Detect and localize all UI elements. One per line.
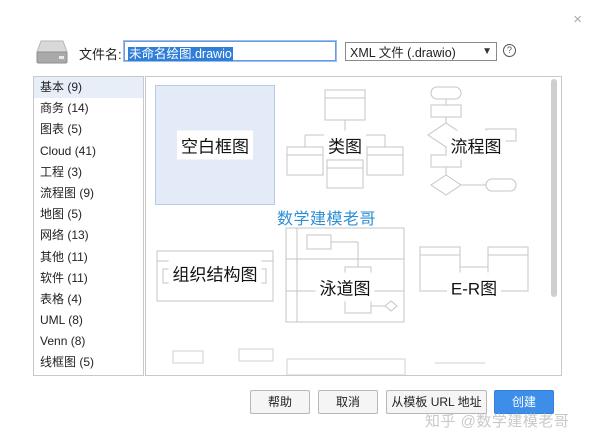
close-icon[interactable]: × <box>573 12 582 27</box>
format-select[interactable]: XML 文件 (.drawio) ▼ <box>345 42 497 61</box>
template-label: E-R图 <box>446 272 502 302</box>
filename-input[interactable]: 未命名绘图.drawio <box>123 40 337 62</box>
template-swimlane[interactable]: 泳道图 <box>285 227 405 347</box>
category-item[interactable]: 地图 (5) <box>34 204 143 225</box>
cancel-button[interactable]: 取消 <box>318 390 378 414</box>
category-item[interactable]: 工程 (3) <box>34 162 143 183</box>
category-item[interactable]: Venn (8) <box>34 331 143 352</box>
template-org-chart[interactable]: 组织结构图 <box>155 213 275 333</box>
format-value: XML 文件 (.drawio) <box>350 46 456 60</box>
category-item[interactable]: 表格 (4) <box>34 289 143 310</box>
storage-drive-icon <box>36 40 68 64</box>
category-item[interactable]: UML (8) <box>34 310 143 331</box>
watermark-center: 数学建模老哥 <box>277 211 377 228</box>
template-er-diagram[interactable]: E-R图 <box>414 227 534 347</box>
template-label: 流程图 <box>446 130 506 160</box>
filename-label: 文件名: <box>79 47 122 62</box>
category-item[interactable]: 商务 (14) <box>34 98 143 119</box>
gallery-scrollbar[interactable] <box>551 79 557 297</box>
watermark-corner: 知乎 @数学建模老哥 <box>425 413 570 430</box>
template-label: 组织结构图 <box>168 258 262 288</box>
template-blank[interactable]: 空白框图 <box>155 85 275 205</box>
template-flowchart[interactable]: 流程图 <box>416 85 536 205</box>
filename-value: 未命名绘图.drawio <box>128 47 233 61</box>
category-item[interactable]: 网络 (13) <box>34 225 143 246</box>
template-row-partial <box>172 348 485 375</box>
category-item[interactable]: 基本 (9) <box>34 77 143 99</box>
help-icon[interactable]: ? <box>503 44 516 57</box>
template-label: 泳道图 <box>315 272 375 302</box>
category-item[interactable]: 图表 (5) <box>34 119 143 140</box>
category-item[interactable]: Cloud (41) <box>34 141 143 162</box>
help-button[interactable]: 帮助 <box>250 390 310 414</box>
category-item[interactable]: 线框图 (5) <box>34 352 143 373</box>
template-label: 空白框图 <box>177 130 253 160</box>
chevron-down-icon: ▼ <box>482 46 492 57</box>
category-list: 基本 (9) 商务 (14) 图表 (5) Cloud (41) 工程 (3) … <box>33 76 144 376</box>
template-class-diagram[interactable]: 类图 <box>285 85 405 205</box>
template-label: 类图 <box>324 130 366 160</box>
category-item[interactable]: 软件 (11) <box>34 268 143 289</box>
category-item[interactable]: 流程图 (9) <box>34 183 143 204</box>
category-item[interactable]: 其他 (11) <box>34 247 143 268</box>
new-diagram-dialog: × 文件名: 未命名绘图.drawio XML 文件 (.drawio) ▼ ?… <box>0 0 600 445</box>
